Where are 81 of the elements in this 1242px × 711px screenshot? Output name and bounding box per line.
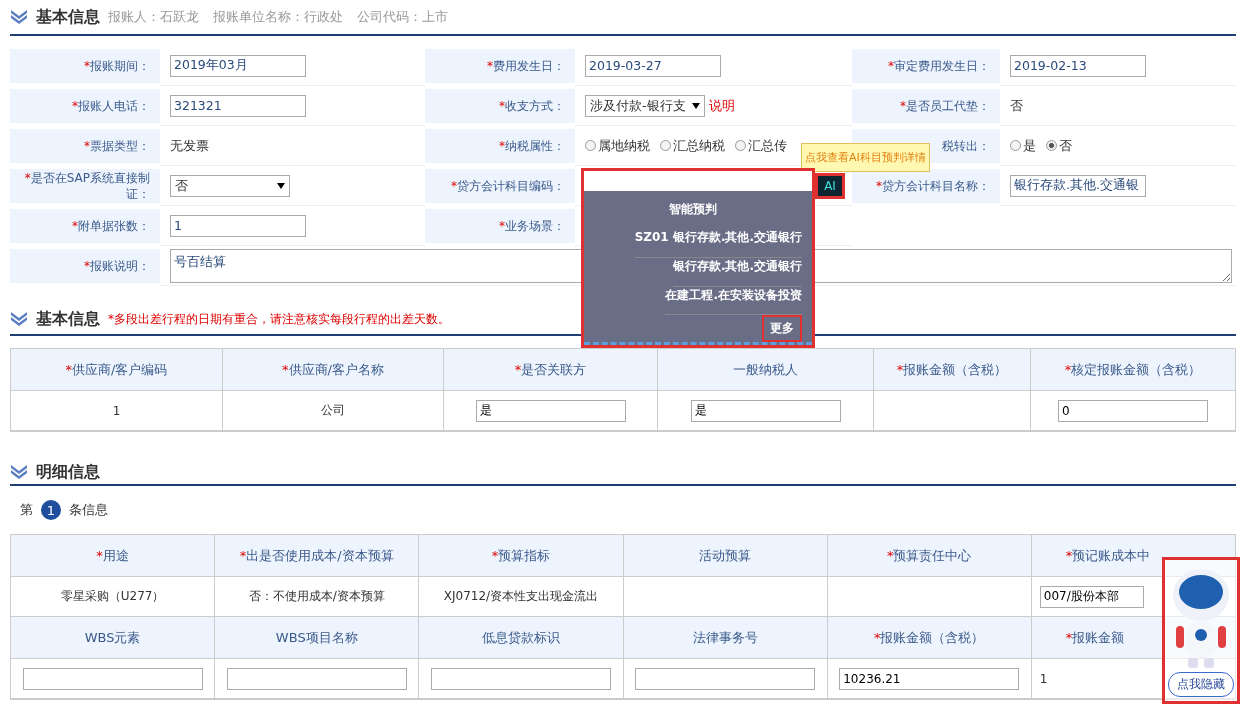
field-label: *费用发生日：	[425, 49, 575, 83]
column-header: *报账金额（含税）	[874, 349, 1031, 391]
column-header: *出是否使用成本/资本预算	[215, 535, 420, 577]
record-label: 第	[20, 501, 33, 519]
input-field[interactable]: 1	[170, 214, 306, 237]
input-field[interactable]: 是	[690, 399, 841, 422]
column-header: *用途	[11, 535, 216, 577]
double-chevron-icon[interactable]	[10, 464, 28, 480]
column-header: *核定报账金额（含税）	[1031, 349, 1236, 391]
caret-icon[interactable]	[277, 182, 285, 189]
more-button[interactable]: 更多	[762, 315, 802, 342]
column-header: *预记账成本中	[1031, 535, 1236, 577]
input-field[interactable]: 0	[1058, 399, 1208, 422]
column-header: 法律事务号	[623, 617, 828, 659]
field-label: *业务场景：	[425, 209, 575, 243]
section-title: 明细信息	[36, 461, 100, 483]
table-cell: 1	[11, 391, 223, 431]
column-header: *预算责任中心	[827, 535, 1032, 577]
column-header: *是否关联方	[444, 349, 658, 391]
field-label: *报账期间：	[10, 49, 160, 83]
radio-option[interactable]: 否	[1046, 136, 1072, 155]
field-label: *收支方式：	[425, 89, 575, 123]
prediction-item[interactable]: SZ01 银行存款.其他.交通银行	[634, 229, 802, 258]
select-field[interactable]: 否	[170, 174, 290, 197]
field-value: 无发票	[170, 136, 209, 155]
double-chevron-icon[interactable]	[10, 311, 28, 327]
field-value: 否	[1010, 96, 1023, 115]
column-header: *预算指标	[419, 535, 624, 577]
help-link[interactable]: 说明	[709, 96, 735, 115]
field-label: *附单据张数：	[10, 209, 160, 243]
radio-option[interactable]: 属地纳税	[585, 136, 650, 155]
section-title: 基本信息	[36, 6, 100, 28]
column-header: 低息贷款标识	[419, 617, 624, 659]
field-label: *报账人电话：	[10, 89, 160, 123]
input-field[interactable]: 321321	[170, 94, 306, 117]
input-field[interactable]: 银行存款.其他.交通银	[1010, 174, 1146, 197]
field-label: *贷方会计科目名称：	[852, 169, 1000, 203]
caret-icon[interactable]	[692, 102, 700, 109]
field-label: *票据类型：	[10, 129, 160, 163]
field-label: *纳税属性：	[425, 129, 575, 163]
input-field[interactable]: 007/股份本部	[1039, 585, 1144, 608]
input-field[interactable]: 2019年03月	[170, 54, 306, 77]
column-header: WBS元素	[11, 617, 216, 659]
column-header: *供应商/客户编码	[11, 349, 223, 391]
select-field[interactable]: 涉及付款-银行支	[585, 94, 705, 117]
column-header: *报账金额（含税）	[827, 617, 1032, 659]
header-info: 公司代码：上市	[357, 8, 448, 26]
prediction-item[interactable]: 在建工程.在安装设备投资	[665, 286, 802, 315]
radio-option[interactable]: 是	[1010, 136, 1036, 155]
input-field[interactable]: 是	[475, 399, 626, 422]
double-chevron-icon[interactable]	[10, 9, 28, 25]
record-number: 1	[41, 500, 61, 520]
input-field[interactable]	[226, 667, 407, 690]
section-title: 基本信息	[36, 308, 100, 330]
popup-title: 智能预判	[669, 201, 717, 218]
prediction-item[interactable]: 银行存款.其他.交通银行	[672, 258, 802, 287]
field-label: *贷方会计科目编码：	[425, 169, 575, 203]
input-field[interactable]	[22, 667, 203, 690]
input-field[interactable]	[635, 667, 816, 690]
tooltip: 点我查看AI科目预判详情	[801, 142, 930, 172]
column-header: 活动预算	[623, 535, 828, 577]
field-label: *报账说明：	[10, 249, 160, 283]
input-field[interactable]: 2019-02-13	[1010, 54, 1146, 77]
column-header: 一般纳税人	[658, 349, 874, 391]
hide-button[interactable]: 点我隐藏	[1168, 672, 1234, 697]
field-label: *审定费用发生日：	[852, 49, 1000, 83]
radio-option[interactable]: 汇总传	[735, 136, 787, 155]
warning-note: *多段出差行程的日期有重合，请注意核实每段行程的出差天数。	[108, 310, 450, 328]
input-field[interactable]: 10236.21	[839, 667, 1020, 690]
input-field[interactable]	[430, 667, 611, 690]
column-header: WBS项目名称	[215, 617, 420, 659]
input-field[interactable]: 2019-03-27	[585, 54, 721, 77]
field-label: *是否员工代垫：	[852, 89, 1000, 123]
field-label: *是否在SAP系统直接制证：	[10, 169, 160, 203]
column-header: *供应商/客户名称	[223, 349, 444, 391]
record-label: 条信息	[69, 501, 108, 519]
header-info: 报账人：石跃龙	[108, 8, 199, 26]
ai-button[interactable]: AI	[815, 172, 845, 199]
header-info: 报账单位名称：行政处	[213, 8, 343, 26]
radio-option[interactable]: 汇总纳税	[660, 136, 725, 155]
table-cell: 公司	[223, 391, 444, 431]
